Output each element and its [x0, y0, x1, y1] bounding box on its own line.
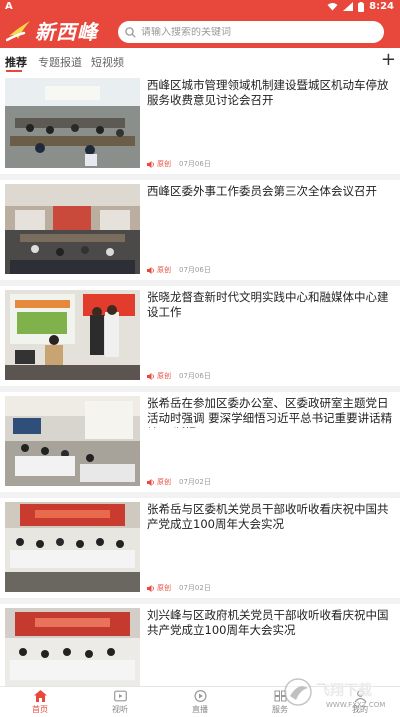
- news-thumbnail: [5, 184, 140, 274]
- news-title: 西峰区委外事工作委员会第三次全体会议召开: [147, 184, 377, 198]
- news-item[interactable]: 西峰区委外事工作委员会第三次全体会议召开 原创 07月06日: [0, 180, 400, 280]
- news-date: 07月06日: [179, 372, 211, 380]
- news-date: 07月02日: [179, 478, 211, 486]
- wifi-icon: [327, 3, 338, 11]
- news-thumbnail: [5, 78, 140, 168]
- search-icon: [125, 26, 136, 38]
- news-title: 西峰区城市管理领域机制建设暨城区机动车停放服务收费意见讨论会召开: [147, 78, 389, 107]
- home-icon: [33, 690, 47, 702]
- news-meta: 原创 07月06日: [147, 265, 211, 275]
- news-meta: 原创 07月02日: [147, 477, 211, 487]
- news-meta: 原创 07月02日: [147, 583, 211, 593]
- news-item[interactable]: 张希岳在参加区委办公室、区委政研室主题党日活动时强调 要深学细悟习近平总书记重要…: [0, 392, 400, 492]
- battery-icon: [358, 1, 365, 12]
- play-icon: [194, 690, 206, 702]
- brand-name: 新西峰: [35, 19, 98, 44]
- news-source: 原创: [157, 160, 171, 168]
- bottom-tab-home[interactable]: 首页: [0, 687, 80, 717]
- speaker-icon: [147, 372, 154, 380]
- news-date: 07月02日: [179, 584, 211, 592]
- search-input[interactable]: [141, 26, 371, 38]
- speaker-icon: [147, 478, 154, 486]
- news-title: 张希岳与区委机关党员干部收听收看庆祝中国共产党成立100周年大会实况: [147, 502, 389, 531]
- status-app-letter: A: [5, 1, 13, 12]
- news-source: 原创: [157, 372, 171, 380]
- add-channel-button[interactable]: +: [381, 50, 396, 70]
- speaker-icon: [147, 584, 154, 592]
- news-source: 原创: [157, 266, 171, 274]
- speaker-icon: [147, 266, 154, 274]
- news-date: 07月06日: [179, 160, 211, 168]
- news-source: 原创: [157, 478, 171, 486]
- tab-special-reports[interactable]: 专题报道: [38, 54, 82, 70]
- tab-recommend[interactable]: 推荐: [5, 54, 27, 70]
- site-watermark: 飞翔下载 WWW.FXXZ.COM: [282, 676, 400, 712]
- status-bar: A 8:24: [0, 0, 400, 13]
- news-thumbnail: [5, 396, 140, 486]
- logo-mark-icon: [6, 21, 30, 42]
- news-item[interactable]: 张希岳与区委机关党员干部收听收看庆祝中国共产党成立100周年大会实况 原创 07…: [0, 498, 400, 598]
- news-item[interactable]: 刘兴峰与区政府机关党员干部收听收看庆祝中国共产党成立100周年大会实况: [0, 604, 400, 686]
- bottom-tab-label: 直播: [192, 705, 208, 714]
- news-title: 刘兴峰与区政府机关党员干部收听收看庆祝中国共产党成立100周年大会实况: [147, 608, 389, 637]
- watermark-url: WWW.FXXZ.COM: [326, 701, 385, 709]
- news-date: 07月06日: [179, 266, 211, 274]
- tab-short-video[interactable]: 短视频: [91, 54, 124, 70]
- search-bar[interactable]: [118, 21, 384, 43]
- news-title: 张希岳在参加区委办公室、区委政研室主题党日活动时强调 要深学细悟习近平总书记重要…: [147, 396, 393, 428]
- watermark-title: 飞翔下载: [316, 682, 372, 699]
- news-item[interactable]: 张晓龙督查新时代文明实践中心和融媒体中心建设工作 原创 07月06日: [0, 286, 400, 386]
- tv-icon: [113, 690, 127, 702]
- news-meta: 原创 07月06日: [147, 159, 211, 169]
- status-time: 8:24: [369, 1, 394, 12]
- news-title: 张晓龙督查新时代文明实践中心和融媒体中心建设工作: [147, 290, 389, 319]
- status-right-group: 8:24: [327, 1, 394, 12]
- news-source: 原创: [157, 584, 171, 592]
- news-feed[interactable]: 西峰区城市管理领域机制建设暨城区机动车停放服务收费意见讨论会召开 原创 07月0…: [0, 74, 400, 686]
- speaker-icon: [147, 160, 154, 168]
- bottom-tab-av[interactable]: 视听: [80, 687, 160, 717]
- brand-logo: 新西峰: [6, 16, 98, 44]
- signal-icon: [343, 2, 354, 11]
- news-thumbnail: [5, 290, 140, 380]
- news-thumbnail: [5, 608, 140, 686]
- bottom-tab-live[interactable]: 直播: [160, 687, 240, 717]
- news-meta: 原创 07月06日: [147, 371, 211, 381]
- app-header: A 8:24 新西峰: [0, 0, 400, 48]
- channel-tabs: 推荐 专题报道 短视频 +: [0, 48, 400, 74]
- news-item[interactable]: 西峰区城市管理领域机制建设暨城区机动车停放服务收费意见讨论会召开 原创 07月0…: [0, 74, 400, 174]
- active-tab-indicator: [6, 70, 22, 72]
- bottom-tab-label: 首页: [32, 705, 48, 714]
- bottom-tab-label: 视听: [112, 705, 128, 714]
- news-thumbnail: [5, 502, 140, 592]
